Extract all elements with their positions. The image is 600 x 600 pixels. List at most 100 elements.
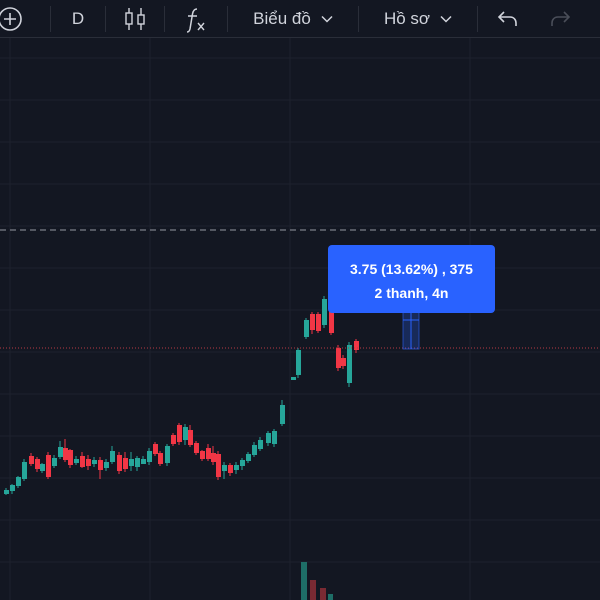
candle-body	[158, 453, 163, 464]
chevron-down-icon	[321, 15, 333, 23]
chart-grid	[0, 38, 600, 600]
candle	[35, 457, 40, 472]
candle	[316, 312, 321, 333]
chart-menu-button[interactable]: Biểu đồ	[228, 0, 358, 38]
undo-button[interactable]	[478, 0, 538, 38]
candle	[304, 318, 309, 339]
candle-body	[252, 445, 257, 455]
candle	[74, 456, 79, 465]
candle	[141, 456, 146, 464]
candle	[216, 451, 221, 480]
add-symbol-button[interactable]	[0, 0, 30, 38]
candle-body	[63, 448, 68, 460]
candle	[92, 457, 97, 467]
candle	[194, 441, 199, 455]
candle-body	[4, 490, 9, 494]
candle-body	[68, 450, 73, 465]
drawing-overlays	[0, 229, 600, 350]
candle-body	[246, 454, 251, 461]
measure-bars-text: 2 thanh, 4n	[374, 285, 449, 301]
candle	[110, 446, 115, 464]
price-chart[interactable]	[0, 38, 600, 600]
candle-body	[272, 431, 277, 444]
candle-body	[110, 451, 115, 462]
candle	[280, 400, 285, 426]
candlestick-icon	[123, 6, 147, 32]
candle	[206, 444, 211, 461]
candle	[165, 444, 170, 466]
undo-icon	[497, 9, 519, 29]
candle-body	[46, 455, 51, 477]
interval-label: D	[71, 8, 85, 28]
candle-body	[216, 454, 221, 477]
candle	[63, 439, 68, 462]
redo-icon	[549, 9, 571, 29]
interval-button[interactable]: D	[51, 0, 105, 38]
candle	[336, 345, 341, 371]
candle-body	[177, 425, 182, 442]
candle	[58, 441, 63, 459]
chart-type-button[interactable]	[106, 0, 164, 38]
candle-body	[347, 345, 352, 383]
candle-body	[183, 427, 188, 440]
candle-body	[322, 299, 327, 325]
candle	[272, 429, 277, 447]
candle-body	[200, 451, 205, 459]
candle	[123, 452, 128, 472]
candle-body	[171, 435, 176, 444]
redo-button[interactable]	[538, 0, 582, 38]
volume-bars	[301, 562, 333, 600]
candle-body	[153, 444, 158, 454]
volume-bar	[301, 562, 307, 600]
candle-body	[74, 459, 79, 463]
candle	[234, 462, 239, 474]
candle-body	[280, 405, 285, 424]
candle-body	[336, 348, 341, 368]
top-toolbar: D Biểu đồ Hồ sơ	[0, 0, 600, 38]
candle-body	[58, 447, 63, 457]
candle-body	[310, 314, 315, 330]
candle	[129, 452, 134, 471]
candle	[80, 452, 85, 468]
candle	[246, 452, 251, 463]
candle	[135, 456, 140, 471]
indicators-button[interactable]	[165, 0, 227, 38]
candle-body	[206, 448, 211, 459]
candle	[46, 452, 51, 479]
candle-body	[211, 453, 216, 462]
candle-body	[228, 465, 233, 473]
candle	[183, 424, 188, 445]
candle	[10, 484, 15, 494]
candle	[211, 446, 216, 465]
candle-body	[165, 446, 170, 463]
candle	[222, 462, 227, 479]
candle-body	[304, 320, 309, 337]
candle-body	[296, 350, 301, 375]
candle	[29, 453, 34, 466]
candle-body	[188, 430, 193, 445]
volume-bar	[320, 588, 326, 600]
candle-body	[291, 377, 296, 380]
candle	[153, 442, 158, 456]
candle	[104, 459, 109, 471]
candle	[310, 312, 315, 334]
candle	[252, 442, 257, 457]
candle	[16, 476, 21, 488]
candle	[52, 455, 57, 468]
candle-body	[40, 464, 45, 471]
chart-pane[interactable]: 3.75 (13.62%) , 375 2 thanh, 4n	[0, 38, 600, 600]
candle	[117, 452, 122, 474]
candles	[4, 264, 359, 495]
candle-body	[135, 458, 140, 467]
profile-menu-button[interactable]: Hồ sơ	[359, 0, 477, 38]
candle	[266, 431, 271, 446]
candle-body	[194, 443, 199, 453]
measure-change-text: 3.75 (13.62%) , 375	[350, 261, 473, 277]
candle	[98, 457, 103, 479]
candle	[354, 339, 359, 353]
candle-body	[104, 462, 109, 468]
candle	[40, 463, 45, 473]
candle	[240, 458, 245, 470]
candle-body	[16, 477, 21, 486]
candle	[258, 437, 263, 451]
